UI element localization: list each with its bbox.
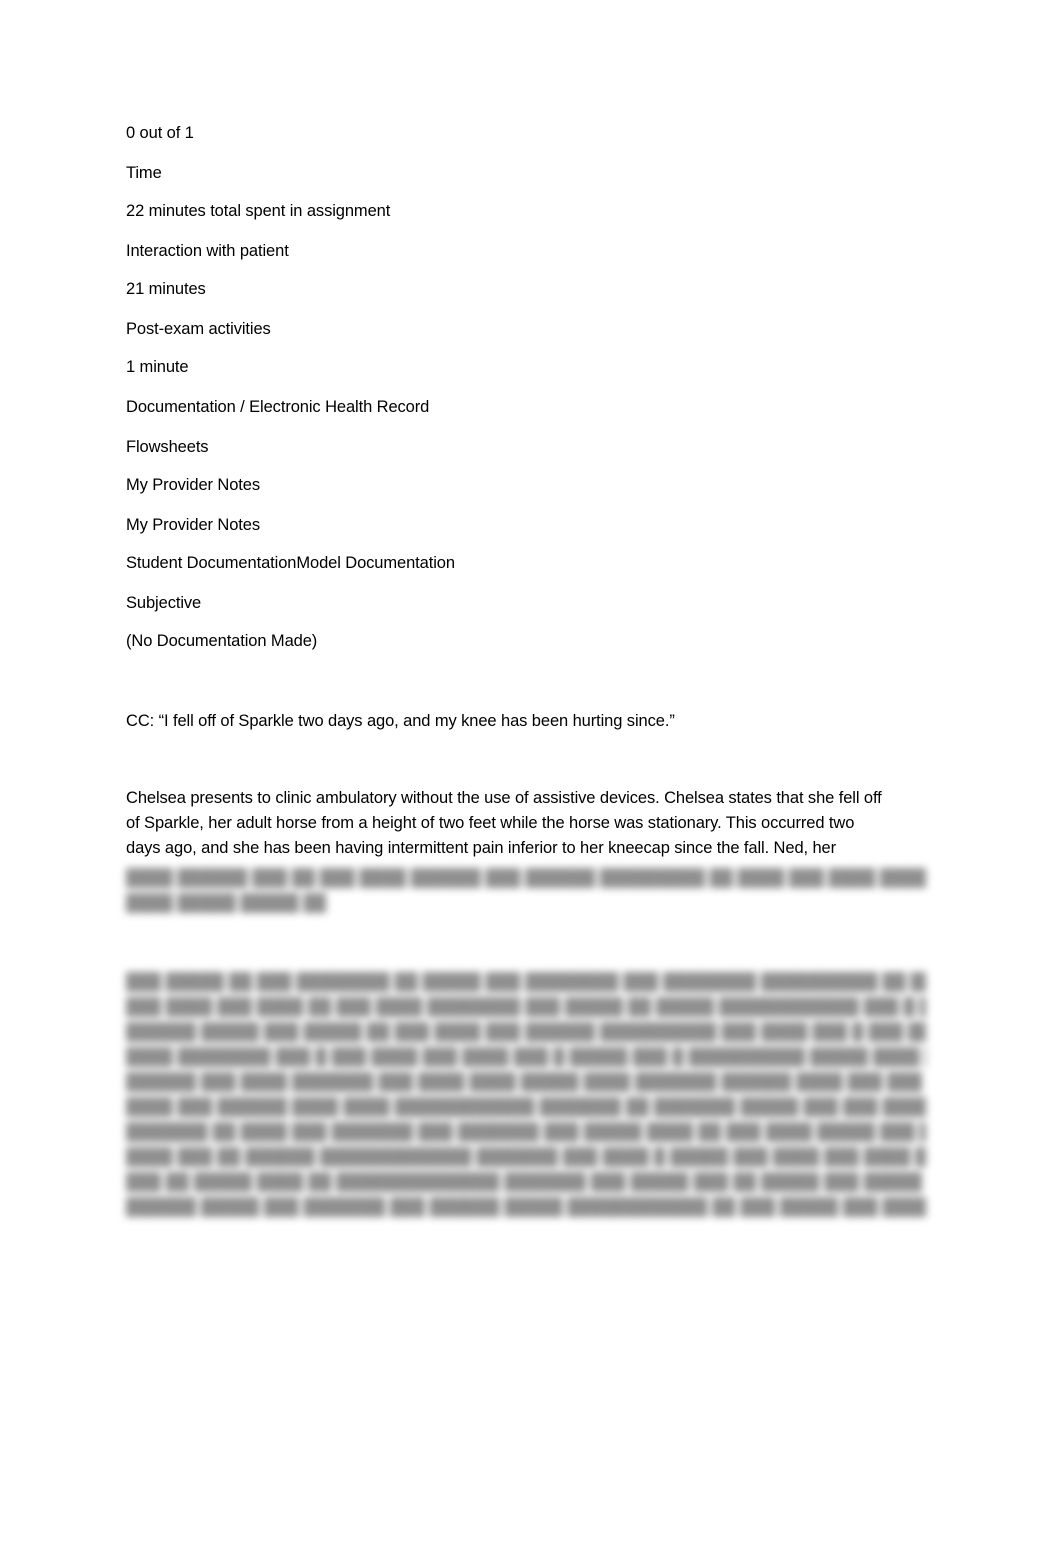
no-documentation-text: (No Documentation Made)	[126, 632, 318, 650]
documentation-tabs: Student DocumentationModel Documentation	[126, 554, 455, 572]
post-exam-label: Post-exam activities	[126, 320, 271, 338]
provider-notes-subheading: My Provider Notes	[126, 516, 261, 534]
chief-complaint: CC: “I fell off of Sparkle two days ago,…	[126, 712, 675, 730]
interaction-label: Interaction with patient	[126, 242, 289, 260]
subjective-heading: Subjective	[126, 594, 202, 612]
hpi-line: days ago, and she has been having interm…	[126, 839, 837, 857]
total-time-text: 22 minutes total spent in assignment	[126, 202, 391, 220]
hpi-line: of Sparkle, her adult horse from a heigh…	[126, 814, 855, 832]
blurred-hpi-continuation: ████ ██████ ███ ██ ███ ████ ██████ ███ █…	[126, 869, 926, 912]
post-exam-time: 1 minute	[126, 358, 189, 376]
hpi-paragraph: Chelsea presents to clinic ambulatory wi…	[126, 786, 938, 861]
documentation-heading: Documentation / Electronic Health Record	[126, 398, 430, 416]
interaction-time: 21 minutes	[126, 280, 206, 298]
hpi-line: Chelsea presents to clinic ambulatory wi…	[126, 789, 882, 807]
blurred-paragraph: ███ █████ ██ ███ ████████ ██ █████ ███ █…	[126, 973, 926, 1216]
score-text: 0 out of 1	[126, 124, 194, 142]
time-heading: Time	[126, 164, 162, 182]
provider-notes-heading: My Provider Notes	[126, 476, 261, 494]
flowsheets-link: Flowsheets	[126, 438, 209, 456]
